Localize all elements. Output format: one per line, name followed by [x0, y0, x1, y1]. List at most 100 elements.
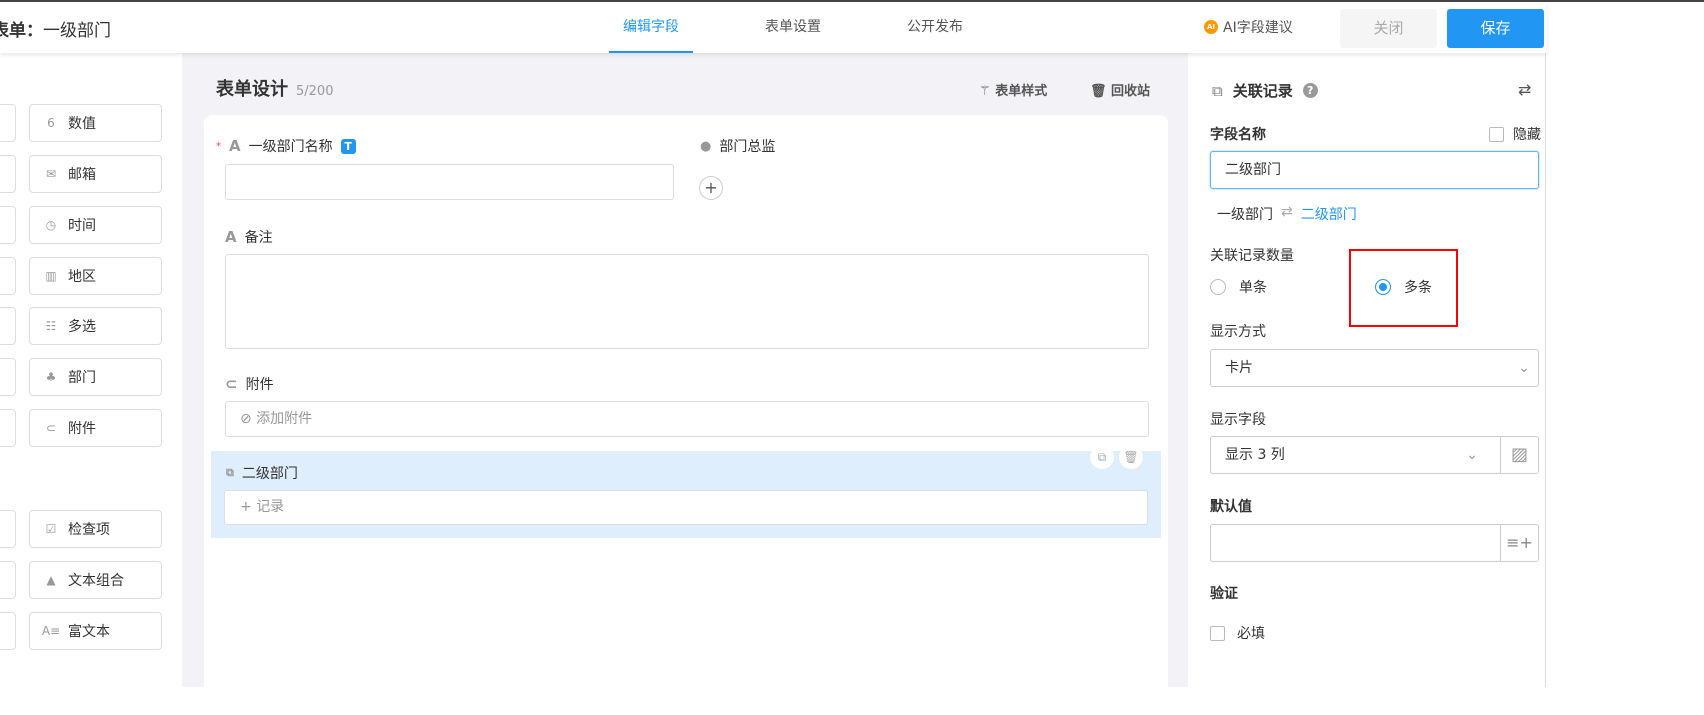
tabs: 编辑字段 表单设置 公开发布 — [609, 2, 1035, 53]
title-text: 一级部门 — [43, 21, 111, 41]
field-name: 一级部门名称 — [248, 139, 333, 155]
ai-suggest-button[interactable]: AI AI字段建议 — [1204, 17, 1293, 37]
add-attachment-button[interactable]: ⊘ 添加附件 — [225, 401, 1149, 437]
checkbox-box[interactable] — [1489, 126, 1504, 142]
radio-single[interactable]: 单条 — [1210, 277, 1267, 297]
control-item[interactable] — [0, 104, 16, 142]
field-label: ● 部门总监 — [700, 136, 775, 156]
add-member-button[interactable]: + — [699, 176, 723, 200]
copy-field-button[interactable]: ⧉ — [1090, 445, 1114, 469]
field-name: 部门总监 — [719, 139, 776, 155]
control-multiselect[interactable]: ☷ 多选 — [29, 307, 162, 345]
add-record-button[interactable]: + 记录 — [224, 490, 1148, 525]
control-item[interactable] — [0, 155, 16, 193]
tab-edit-fields[interactable]: 编辑字段 — [609, 2, 693, 53]
control-label: 邮箱 — [68, 167, 96, 183]
image-icon[interactable]: ▨ — [1500, 437, 1538, 473]
control-label: 检查项 — [68, 522, 110, 538]
delete-field-button[interactable]: 🗑 — [1119, 445, 1143, 469]
title-text: 表单设计 — [216, 79, 288, 100]
control-item[interactable] — [0, 409, 16, 447]
help-icon[interactable]: ? — [1302, 83, 1318, 98]
record-count-label: 关联记录数量 — [1210, 248, 1294, 264]
radio-label: 单条 — [1239, 280, 1267, 296]
hide-checkbox[interactable]: 隐藏 — [1489, 124, 1541, 144]
wand-icon: ⚚ — [979, 84, 996, 99]
recycle-bin-button[interactable]: 🗑 回收站 — [1090, 80, 1150, 99]
radio-circle[interactable] — [1210, 279, 1226, 295]
default-value-input[interactable]: ≡+ — [1210, 524, 1539, 562]
relation-icon: ⧉ — [226, 466, 234, 479]
control-label: 时间 — [68, 218, 96, 234]
form-style-label: 表单样式 — [995, 84, 1048, 99]
checkbox-box[interactable] — [1210, 625, 1225, 641]
field-name-input[interactable]: 二级部门 — [1210, 151, 1539, 189]
trash-icon: 🗑 — [1090, 84, 1112, 99]
control-label: 数值 — [68, 116, 96, 132]
tab-publish[interactable]: 公开发布 — [893, 2, 977, 53]
control-item[interactable] — [0, 358, 16, 396]
field-label: ⧉ 二级部门 — [226, 463, 298, 483]
form-canvas: * A 一级部门名称 T ● 部门总监 + A 备注 ⊂ 附件 ⊘ 添加附件 ⧉ 二级部门 +… — [204, 115, 1168, 715]
clock-icon: ◷ — [45, 218, 57, 232]
control-email[interactable]: ✉ 邮箱 — [29, 155, 162, 193]
control-item[interactable] — [0, 206, 16, 244]
control-department[interactable]: ♣ 部门 — [29, 358, 162, 396]
control-item[interactable] — [0, 612, 16, 650]
show-fields-select[interactable]: 显示 3 列 ⌄ ▨ — [1210, 436, 1539, 474]
control-rich-text[interactable]: A≡ 富文本 — [29, 612, 162, 650]
control-text-combo[interactable]: ▲ 文本组合 — [29, 561, 162, 599]
control-item[interactable] — [0, 307, 16, 345]
field-properties-panel: ⧉ 关联记录? ⇄ 字段名称 隐藏 二级部门 一级部门 ⇄ 二级部门 关联记录数量 单… — [1188, 53, 1545, 687]
close-button[interactable]: 关闭 — [1340, 9, 1437, 48]
shapes-icon: ▲ — [46, 573, 56, 587]
control-number[interactable]: 6 数值 — [29, 104, 162, 142]
field-count: 5/200 — [296, 84, 334, 99]
map-icon: ▥ — [45, 269, 57, 283]
text-field-icon: A — [229, 137, 241, 155]
form-style-button[interactable]: ⚚ 表单样式 — [979, 80, 1047, 99]
required-mark: * — [216, 140, 221, 152]
form-title: 表单：一级部门 — [0, 16, 111, 41]
page-title: 表单设计 5/200 — [216, 75, 333, 101]
save-button[interactable]: 保存 — [1447, 9, 1544, 48]
field-label: A 备注 — [225, 227, 273, 247]
control-time[interactable]: ◷ 时间 — [29, 206, 162, 244]
required-checkbox[interactable]: 必填 — [1210, 623, 1265, 643]
department-name-input[interactable] — [225, 164, 674, 200]
tab-form-settings[interactable]: 表单设置 — [751, 2, 835, 53]
selected-field-sub-department[interactable]: ⧉ 二级部门 + 记录 — [211, 451, 1161, 538]
control-item[interactable] — [0, 257, 16, 295]
header: 表单：一级部门 编辑字段 表单设置 公开发布 AI AI字段建议 关闭 保存 — [0, 2, 1546, 53]
text-field-icon: A — [225, 228, 237, 246]
control-attachment[interactable]: ⊂ 附件 — [29, 409, 162, 447]
highlight-box — [1349, 249, 1458, 327]
control-label: 文本组合 — [68, 573, 124, 589]
title-prefix: 表单： — [0, 21, 43, 41]
control-label: 多选 — [68, 319, 96, 335]
relation-to[interactable]: 二级部门 — [1301, 204, 1357, 224]
field-name: 附件 — [245, 377, 274, 393]
record-placeholder: 记录 — [256, 499, 285, 515]
relation-icon: ⧉ — [1212, 81, 1223, 100]
panel-title: ⧉ 关联记录? — [1212, 80, 1318, 101]
form-design-area: 表单设计 5/200 ⚚ 表单样式 🗑 回收站 * A 一级部门名称 T ● 部门总监 +… — [182, 53, 1188, 715]
control-region[interactable]: ▥ 地区 — [29, 257, 162, 295]
control-checkitem[interactable]: ☑ 检查项 — [29, 510, 162, 548]
scrollbar-area[interactable] — [1545, 2, 1704, 687]
paperclip-icon: ⊂ — [225, 375, 238, 393]
switch-type-icon[interactable]: ⇄ — [1518, 80, 1531, 99]
control-item[interactable] — [0, 510, 16, 548]
rich-text-icon: A≡ — [41, 624, 61, 638]
display-mode-select[interactable]: 卡片 ⌄ — [1210, 349, 1539, 387]
field-label: ⊂ 附件 — [225, 374, 274, 394]
plus-icon: + — [240, 499, 257, 515]
show-fields-value: 显示 3 列 — [1225, 447, 1285, 463]
list-add-icon[interactable]: ≡+ — [1500, 525, 1538, 561]
mail-icon: ✉ — [45, 167, 57, 181]
validation-label: 验证 — [1210, 586, 1238, 602]
display-mode-value: 卡片 — [1225, 360, 1253, 376]
control-item[interactable] — [0, 561, 16, 599]
remarks-textarea[interactable] — [225, 254, 1149, 349]
control-label: 部门 — [68, 370, 96, 386]
